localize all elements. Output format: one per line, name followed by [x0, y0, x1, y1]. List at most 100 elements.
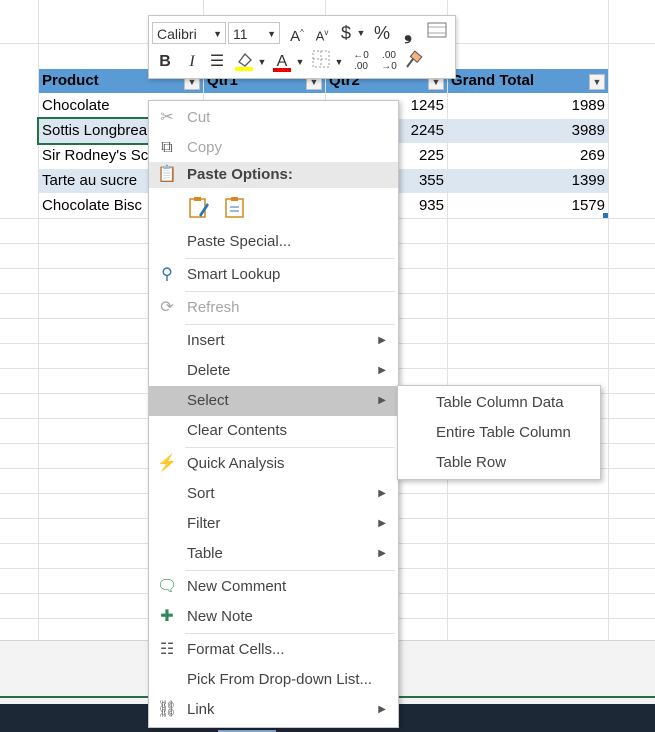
menu-label: New Note — [187, 608, 253, 625]
menu-label: Paste Options: — [187, 166, 293, 183]
increase-font-icon[interactable]: A^ — [287, 21, 307, 45]
paste-icon: 📋 — [157, 166, 177, 183]
filter-dropdown-icon[interactable]: ▼ — [589, 74, 605, 90]
new-comment-icon: 🗨 — [157, 578, 178, 595]
search-icon: ⚲ — [161, 266, 173, 283]
menu-label: Paste Special... — [187, 233, 292, 250]
italic-icon[interactable]: I — [183, 50, 201, 74]
format-painter-icon[interactable] — [403, 50, 425, 74]
chevron-down-icon[interactable]: ▼ — [355, 21, 367, 45]
format-cells-icon: ☷ — [159, 641, 175, 658]
menu-item-select[interactable]: Select ▶ — [149, 386, 398, 416]
menu-item-sort[interactable]: Sort ▶ — [149, 479, 398, 509]
menu-item-new-note[interactable]: ✚ New Note — [149, 602, 398, 632]
submenu-arrow-icon: ▶ — [378, 365, 386, 376]
menu-label: Copy — [187, 139, 223, 156]
menu-item-paste-special[interactable]: Paste Special... — [149, 227, 398, 257]
decrease-font-icon[interactable]: Av — [312, 21, 332, 45]
menu-item-pick-list[interactable]: Pick From Drop-down List... — [149, 665, 398, 695]
select-submenu: Table Column Data Entire Table Column Ta… — [397, 385, 601, 480]
font-color-icon[interactable]: A — [271, 50, 293, 74]
align-center-icon[interactable]: ☰ — [207, 50, 227, 74]
chevron-down-icon: ▼ — [213, 29, 222, 39]
menu-label: Link — [187, 701, 215, 718]
decrease-decimal-icon[interactable]: ←0.00 — [349, 50, 373, 74]
table-resize-handle[interactable] — [603, 213, 608, 218]
chevron-down-icon[interactable]: ▼ — [294, 50, 306, 74]
copy-icon: ⧉ — [161, 139, 173, 156]
menu-item-format-cells[interactable]: ☷ Format Cells... — [149, 635, 398, 665]
menu-label: Refresh — [187, 299, 240, 316]
merge-center-icon[interactable] — [426, 21, 448, 45]
menu-label: Filter — [187, 515, 221, 532]
header-grand-total[interactable]: Grand Total — [448, 69, 608, 93]
menu-separator — [185, 447, 395, 448]
menu-item-quick-analysis[interactable]: ⚡ Quick Analysis — [149, 449, 398, 479]
cell-grand-total[interactable]: 3989 — [448, 119, 608, 143]
menu-item-delete[interactable]: Delete ▶ — [149, 356, 398, 386]
font-name-dropdown[interactable]: Calibri ▼ — [152, 22, 226, 44]
submenu-arrow-icon: ▶ — [378, 488, 386, 499]
submenu-arrow-icon: ▶ — [378, 518, 386, 529]
menu-separator — [185, 633, 395, 634]
submenu-arrow-icon: ▶ — [378, 335, 386, 346]
menu-item-refresh[interactable]: ⟳ Refresh — [149, 293, 398, 323]
cell-grand-total[interactable]: 1989 — [448, 94, 608, 118]
menu-item-clear-contents[interactable]: Clear Contents — [149, 416, 398, 446]
menu-separator — [185, 291, 395, 292]
menu-item-cut[interactable]: ✂ Cut — [149, 103, 398, 133]
menu-label: Smart Lookup — [187, 266, 281, 283]
new-note-icon: ✚ — [160, 608, 174, 625]
accounting-format-icon[interactable]: $ — [337, 21, 355, 45]
font-size-dropdown[interactable]: 11 ▼ — [228, 22, 280, 44]
menu-label: New Comment — [187, 578, 287, 595]
increase-decimal-icon[interactable]: .00 →0 — [377, 50, 401, 74]
gridline — [608, 0, 609, 640]
cell-grand-total[interactable]: 1399 — [448, 169, 608, 193]
refresh-icon: ⟳ — [160, 299, 174, 316]
percent-style-icon[interactable]: % — [371, 21, 393, 45]
paste-icon[interactable] — [187, 195, 211, 219]
menu-separator — [185, 324, 395, 325]
menu-separator — [185, 258, 395, 259]
menu-item-smart-lookup[interactable]: ⚲ Smart Lookup — [149, 260, 398, 290]
submenu-arrow-icon: ▶ — [378, 548, 386, 559]
menu-label: Table — [187, 545, 223, 562]
paste-options-header: 📋 Paste Options: — [149, 162, 398, 188]
link-icon: ⛓ — [157, 701, 178, 718]
submenu-arrow-icon: ▶ — [378, 395, 386, 406]
chevron-down-icon[interactable]: ▼ — [256, 50, 268, 74]
paste-values-icon[interactable] — [223, 195, 247, 219]
chevron-down-icon[interactable]: ▼ — [333, 50, 345, 74]
menu-item-insert[interactable]: Insert ▶ — [149, 326, 398, 356]
menu-label: Select — [187, 392, 229, 409]
borders-icon[interactable] — [310, 50, 332, 74]
menu-label: Cut — [187, 109, 211, 126]
menu-label: Insert — [187, 332, 225, 349]
submenu-item-table-column-data[interactable]: Table Column Data — [436, 388, 564, 418]
scissors-icon: ✂ — [160, 109, 174, 126]
menu-item-filter[interactable]: Filter ▶ — [149, 509, 398, 539]
chevron-down-icon: ▼ — [267, 29, 276, 39]
context-menu: ✂ Cut ⧉ Copy 📋 Paste Options: Paste Spec… — [148, 100, 399, 728]
font-color-swatch — [273, 68, 291, 72]
menu-separator — [185, 570, 395, 571]
bold-icon[interactable]: B — [155, 50, 175, 74]
cell-grand-total[interactable]: 1579 — [448, 194, 608, 218]
comma-style-icon[interactable]: ❟ — [400, 21, 416, 45]
menu-label: Quick Analysis — [187, 455, 285, 472]
menu-label: Pick From Drop-down List... — [187, 671, 373, 688]
menu-item-link[interactable]: ⛓ Link ▶ — [149, 695, 398, 725]
menu-label: Sort — [187, 485, 215, 502]
fill-color-icon[interactable] — [233, 50, 255, 74]
menu-item-copy[interactable]: ⧉ Copy — [149, 133, 398, 163]
mini-toolbar: Calibri ▼ 11 ▼ A^ Av $ ▼ % ❟ B I ☰ ▼ A ▼ ▼… — [148, 15, 456, 79]
font-size-value: 11 — [233, 26, 248, 42]
menu-item-new-comment[interactable]: 🗨 New Comment — [149, 572, 398, 602]
submenu-item-entire-table-column[interactable]: Entire Table Column — [436, 418, 571, 448]
font-name-value: Calibri — [157, 26, 197, 42]
submenu-item-table-row[interactable]: Table Row — [436, 448, 506, 478]
menu-item-table[interactable]: Table ▶ — [149, 539, 398, 569]
menu-label: Clear Contents — [187, 422, 288, 439]
cell-grand-total[interactable]: 269 — [448, 144, 608, 168]
